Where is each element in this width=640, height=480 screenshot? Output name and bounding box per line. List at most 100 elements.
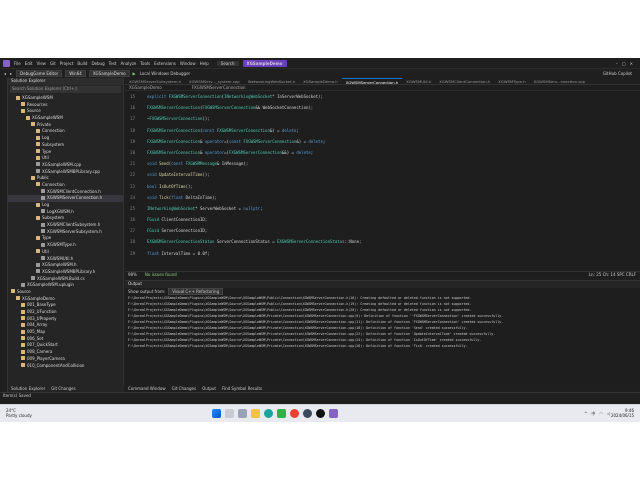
editor-tab[interactable]: XGWSMServerSubsystem.h	[125, 78, 185, 84]
platform-dropdown[interactable]: Win64	[65, 69, 86, 77]
menu-item[interactable]: Tools	[140, 61, 150, 66]
minimize-button[interactable]: –	[616, 61, 618, 66]
browser-icon[interactable]	[290, 409, 299, 418]
tree-node[interactable]: XGWSMServerSubsystem.h	[8, 229, 123, 236]
maximize-button[interactable]: □	[622, 61, 626, 66]
tree-node[interactable]: Connection	[8, 128, 123, 135]
unreal-icon[interactable]	[316, 409, 325, 418]
tree-node[interactable]: XGSampleDemo	[8, 296, 123, 303]
output-log[interactable]: F:\UnrealProjects\XGSampleDemo\Plugins\X…	[125, 295, 640, 349]
menu-item[interactable]: Edit	[25, 61, 33, 66]
edge-icon[interactable]	[264, 409, 273, 418]
panel-tab[interactable]: Command Window	[128, 386, 166, 391]
tree-node[interactable]: XGSampleWSMBPLibrary.h	[8, 269, 123, 276]
nav-dropdown[interactable]: FXGWSMServerConnection	[192, 85, 246, 90]
tree-node[interactable]: 003_UProperty	[8, 316, 123, 323]
tree-node[interactable]: 005_Map	[8, 329, 123, 336]
visual-studio-icon[interactable]	[329, 409, 338, 418]
tree-node[interactable]: Log	[8, 202, 123, 209]
start-icon[interactable]	[212, 409, 221, 418]
tree-node[interactable]: 007_QuickStart	[8, 342, 123, 349]
search-icon[interactable]	[225, 409, 234, 418]
editor-tab[interactable]: XGWSMServ..._system.cpp	[185, 78, 244, 84]
tree-node[interactable]: XGWSMUtil.h	[8, 256, 123, 263]
menu-item[interactable]: Debug	[91, 61, 104, 66]
menu-item[interactable]: Extensions	[154, 61, 176, 66]
system-tray[interactable]: ^ 中 ◠ ◁	[584, 411, 610, 417]
menu-item[interactable]: Project	[60, 61, 74, 66]
steam-icon[interactable]	[303, 409, 312, 418]
tree-node[interactable]: 004_Array	[8, 322, 123, 329]
startup-project-dropdown[interactable]: XGSampleDemo	[88, 69, 130, 77]
menu-item[interactable]: Test	[109, 61, 117, 66]
tree-node[interactable]: Util	[8, 249, 123, 256]
tree-node[interactable]: XGWSMClientSubsystem.h	[8, 222, 123, 229]
panel-tab[interactable]: Solution Explorer	[11, 386, 45, 391]
play-icon[interactable]: ▶	[133, 71, 136, 76]
menu-item[interactable]: Window	[180, 61, 196, 66]
clock[interactable]: 9:46 2024/06/15	[611, 408, 634, 418]
input-language[interactable]: 中	[591, 411, 595, 417]
tree-node[interactable]: Public	[8, 175, 123, 182]
search-box[interactable]: Search	[216, 60, 239, 66]
config-dropdown[interactable]: DebugGame Editor	[16, 69, 63, 77]
tree-node[interactable]: Resources	[8, 102, 123, 109]
panel-tab[interactable]: Find Symbol Results	[222, 386, 262, 391]
tree-node[interactable]: XGSampleWSMBPLibrary.cpp	[8, 169, 123, 176]
editor-tab[interactable]: XGSampleDemo.h	[299, 78, 342, 84]
tree-node[interactable]: Subsystem	[8, 215, 123, 222]
menu-item[interactable]: Build	[77, 61, 87, 66]
editor-tab[interactable]: XGWSMClientConnection.h	[435, 78, 494, 84]
tree-node[interactable]: Util	[8, 155, 123, 162]
tree-node[interactable]: XGSampleWSM.Build.cs	[8, 276, 123, 283]
zoom-level[interactable]: 98%	[128, 272, 137, 278]
editor-tab[interactable]: XGWSMServ...nnection.cpp	[530, 78, 590, 84]
editor-tab[interactable]: INetworkingWebSocket.h	[244, 78, 299, 84]
tree-node[interactable]: 006_Set	[8, 336, 123, 343]
tree-node[interactable]: XGWSMServerConnection.h	[8, 195, 123, 202]
tree-node[interactable]: 008_Camera	[8, 349, 123, 356]
tree-node[interactable]: XGSampleWSM	[8, 115, 123, 122]
copilot-button[interactable]: GitHub Copilot	[603, 71, 632, 76]
menu-item[interactable]: Git	[50, 61, 56, 66]
panel-tab[interactable]: Git Changes	[172, 386, 196, 391]
output-source-dropdown[interactable]: Visual C++ Refactoring	[168, 288, 224, 295]
tree-node[interactable]: Log	[8, 135, 123, 142]
tree-node[interactable]: XGWSMType.h	[8, 242, 123, 249]
tree-node[interactable]: Source	[8, 289, 123, 296]
issues-indicator[interactable]: No issues found	[145, 272, 177, 278]
menu-item[interactable]: View	[36, 61, 46, 66]
panel-tab[interactable]: Output	[202, 386, 216, 391]
wechat-icon[interactable]	[277, 409, 286, 418]
menu-item[interactable]: Help	[200, 61, 209, 66]
tree-node[interactable]: XGSampleWSM.h	[8, 262, 123, 269]
tree-node[interactable]: Type	[8, 149, 123, 156]
weather-widget[interactable]: 24°C Partly cloudy	[6, 408, 32, 418]
tree-node[interactable]: Type	[8, 235, 123, 242]
close-button[interactable]: ✕	[630, 61, 633, 66]
task-view-icon[interactable]	[238, 409, 247, 418]
forward-icon[interactable]: ▸	[10, 71, 12, 76]
editor-tab[interactable]: XGWSMType.h	[494, 78, 529, 84]
menu-item[interactable]: File	[14, 61, 21, 66]
tree-node[interactable]: 009_PlayerCamera	[8, 356, 123, 363]
editor-tab[interactable]: XGWSMUtil.h	[402, 78, 435, 84]
chevron-up-icon[interactable]: ^	[584, 411, 587, 417]
editor-tab[interactable]: XGWSMServerConnection.h	[341, 78, 403, 85]
menu-item[interactable]: Analyze	[121, 61, 137, 66]
tree-node[interactable]: LogXGWSM.h	[8, 209, 123, 216]
panel-tab[interactable]: Git Changes	[51, 386, 75, 391]
tree-node[interactable]: XGSampleWSM.uplugin	[8, 282, 123, 289]
wifi-icon[interactable]: ◠	[599, 411, 603, 417]
volume-icon[interactable]: ◁	[607, 411, 610, 417]
tree-node[interactable]: 002_UFunction	[8, 309, 123, 316]
nav-dropdown[interactable]: XGSampleDemo	[129, 85, 162, 90]
explorer-icon[interactable]	[251, 409, 260, 418]
solution-search-input[interactable]: Search Solution Explorer (Ctrl+;)	[10, 86, 121, 93]
tree-node[interactable]: XGWSMClientConnection.h	[8, 189, 123, 196]
tree-node[interactable]: Connection	[8, 182, 123, 189]
tree-node[interactable]: XGSampleWSM.cpp	[8, 162, 123, 169]
tree-node[interactable]: Subsystem	[8, 142, 123, 149]
back-icon[interactable]: ◂	[4, 71, 6, 76]
tree-node[interactable]: 010_ComponentAndCollision	[8, 363, 123, 370]
